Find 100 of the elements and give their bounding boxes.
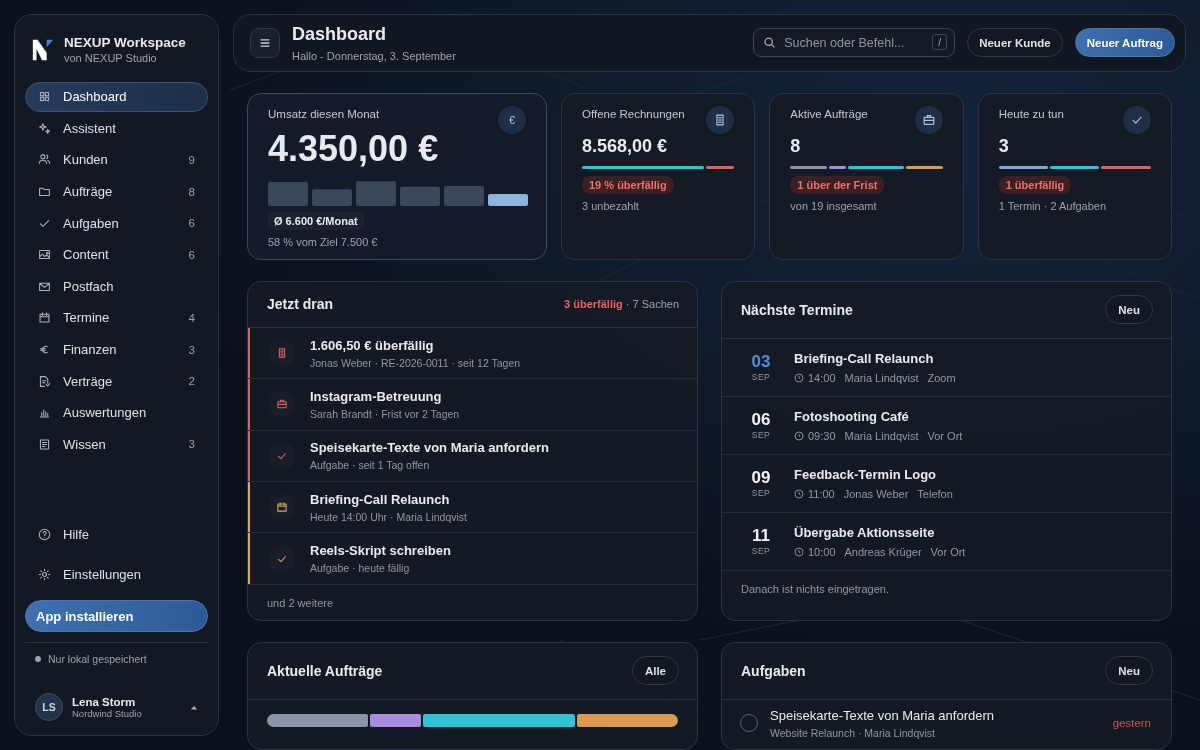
todo-row[interactable]: 1.606,50 € überfällig Jonas Weber · RE-2026-0011 · seit 12 Tagen — [248, 327, 697, 380]
card-label: Umsatz diesen Monat — [268, 107, 380, 120]
sidebar-item[interactable]: Kunden 9 — [25, 145, 208, 175]
item-title: Instagram-Betreuung — [310, 388, 443, 404]
caret-icon[interactable] — [190, 704, 198, 710]
item-meta: Aufgabe · heute fällig — [310, 562, 411, 575]
panel-title: Aktuelle Aufträge — [267, 662, 383, 679]
appointment-row[interactable]: 09 SEP Feedback-Termin Logo 11:00 Jonas Weber Telefon — [722, 454, 1171, 513]
user-avatar: LS — [35, 693, 63, 721]
nav-icon — [38, 185, 51, 199]
appointment-place: Telefon — [917, 487, 953, 500]
all-button[interactable]: Alle — [631, 656, 679, 686]
kpi-note: 1 Termin · 2 Aufgaben — [998, 199, 1108, 212]
appointment-time: 14:00 — [808, 371, 836, 384]
app-subtitle: von NEXUP Studio — [64, 52, 158, 64]
date-month: SEP — [750, 488, 772, 499]
sidebar-item[interactable]: Aufträge 8 — [25, 176, 208, 207]
sidebar-item[interactable]: Auswertungen — [25, 397, 208, 428]
overdue-count: 3 überfällig — [564, 298, 623, 311]
shortcut-key: / — [932, 34, 948, 51]
card-label: Aktive Aufträge — [790, 107, 868, 120]
panel-title: Nächste Termine — [741, 301, 853, 318]
panel-title: Aufgaben — [741, 662, 806, 679]
warning-badge: 19 % überfällig — [582, 175, 674, 194]
item-title: Speisekarte-Texte von Maria anfordern — [310, 440, 549, 456]
appointment-row[interactable]: 11 SEP Übergabe Aktionsseite 10:00 Andreas Krüger Vor Ort — [722, 512, 1171, 571]
new-button[interactable]: Neu — [1105, 295, 1153, 325]
nav-icon — [38, 121, 51, 135]
storage-note: Nur lokal gespeichert — [48, 653, 147, 665]
revenue-value: 4.350,00 € — [268, 127, 440, 170]
date-month: SEP — [750, 546, 772, 557]
sidebar-item[interactable]: Verträge 2 — [25, 366, 208, 396]
sidebar-item[interactable]: Termine 4 — [25, 303, 208, 333]
item-meta: Heute 14:00 Uhr · Maria Lindqvist — [310, 510, 467, 523]
page-subtitle: Hallo - Donnerstag, 3. September — [292, 49, 456, 62]
task-title: Speisekarte-Texte von Maria anfordern — [770, 707, 995, 723]
appointment-place: Vor Ort — [927, 429, 963, 442]
clock-icon — [794, 546, 804, 557]
appointment-time: 09:30 — [808, 429, 836, 442]
clock-icon — [794, 372, 804, 383]
sidebar-item[interactable]: Hilfe — [25, 514, 208, 554]
sidebar-item[interactable]: Aufgaben 6 — [25, 208, 208, 238]
appointment-person: Jonas Weber — [843, 487, 909, 500]
sidebar-item[interactable]: Assistent — [25, 113, 208, 144]
appointment-row[interactable]: 06 SEP Fotoshooting Café 09:30 Maria Lindqvist Vor Ort — [722, 396, 1171, 455]
sidebar-item[interactable]: Wissen 3 — [25, 429, 208, 460]
appointment-person: Andreas Krüger — [844, 545, 922, 558]
more-note: und 2 weitere — [266, 595, 335, 611]
warning-badge: 1 über der Frist — [790, 175, 885, 194]
new-order-button[interactable]: Neuer Auftrag — [1074, 28, 1175, 58]
sidebar-item[interactable]: Dashboard — [25, 82, 208, 112]
nav-icon — [38, 437, 51, 451]
date-day: 11 — [748, 526, 774, 547]
date-day: 06 — [748, 410, 774, 431]
clock-icon — [794, 488, 804, 499]
card-label: Heute zu tun — [998, 107, 1064, 120]
item-count: · 7 Sachen — [625, 298, 679, 311]
kpi-note: von 19 insgesamt — [790, 199, 878, 212]
search-icon — [763, 36, 777, 50]
install-app-button[interactable]: App installieren — [25, 600, 208, 632]
logo-icon — [31, 37, 55, 62]
kpi-note: 3 unbezahlt — [582, 199, 640, 212]
user-organization: Nordwind Studio — [72, 707, 143, 719]
new-customer-button[interactable]: Neuer Kunde — [967, 28, 1063, 58]
appointment-row[interactable]: 03 SEP Briefing-Call Relaunch 14:00 Maria Lindqvist Zoom — [722, 338, 1171, 397]
sidebar-item[interactable]: Content 6 — [25, 239, 208, 270]
sidebar-item[interactable]: Einstellungen — [25, 554, 208, 594]
appointment-title: Briefing-Call Relaunch — [794, 350, 935, 366]
nav-icon — [38, 153, 51, 167]
sidebar-item[interactable]: Postfach — [25, 271, 208, 302]
item-meta: Jonas Weber · RE-2026-0011 · seit 12 Tagen — [310, 356, 521, 369]
sidebar-item[interactable]: Finanzen 3 — [25, 334, 208, 365]
kpi-icon — [1123, 105, 1151, 134]
item-icon — [276, 398, 288, 411]
todo-row[interactable]: Speisekarte-Texte von Maria anfordern Aufgabe · seit 1 Tag offen — [248, 430, 697, 483]
todo-row[interactable]: Briefing-Call Relaunch Heute 14:00 Uhr · Maria Lindqvist — [248, 482, 697, 534]
average-badge: Ø 6.600 €/Monat — [268, 211, 364, 230]
appointment-title: Fotoshooting Café — [794, 408, 910, 424]
todo-row[interactable]: Instagram-Betreuung Sarah Brandt · Frist vor 2 Tagen — [248, 379, 697, 431]
todo-row[interactable]: Reels-Skript schreiben Aufgabe · heute fällig — [248, 533, 697, 585]
clock-icon — [794, 430, 804, 441]
appointment-place: Zoom — [927, 371, 956, 384]
item-icon — [276, 501, 288, 514]
appointment-place: Vor Ort — [930, 545, 966, 558]
new-button[interactable]: Neu — [1105, 656, 1153, 686]
empty-note: Danach ist nichts eingetragen. — [740, 581, 890, 597]
item-icon — [276, 347, 288, 360]
appointment-time: 11:00 — [808, 487, 835, 500]
nav-icon — [38, 406, 51, 420]
appointment-title: Feedback-Termin Logo — [794, 466, 938, 482]
euro-icon: € — [498, 105, 526, 134]
menu-button[interactable] — [250, 27, 280, 58]
appointment-time: 10:00 — [808, 545, 836, 558]
date-day: 03 — [748, 352, 774, 373]
nav-icon — [38, 567, 51, 581]
appointment-title: Übergabe Aktionsseite — [794, 524, 936, 540]
date-month: SEP — [750, 372, 772, 383]
nav-icon — [38, 248, 51, 262]
nav-icon — [38, 374, 51, 388]
user-name: Lena Storm — [72, 695, 137, 708]
